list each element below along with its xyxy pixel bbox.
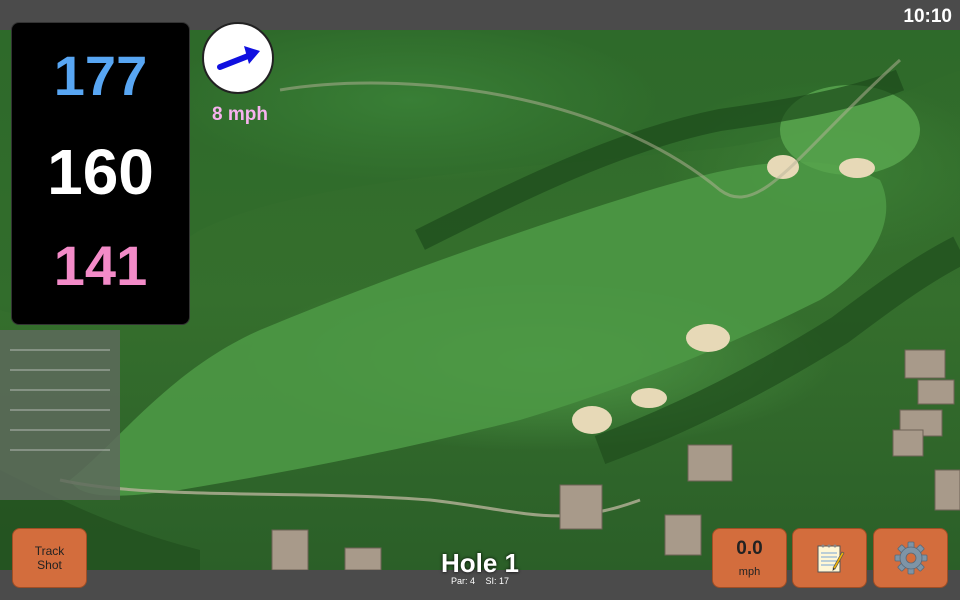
wind-speed-label: 8 mph: [212, 104, 268, 125]
hole-info: Par: 4 SI: 17: [380, 576, 580, 586]
hole-title: Hole 1: [440, 548, 520, 578]
back-yardage: 177: [53, 44, 148, 107]
gear-icon: [894, 541, 927, 575]
hole-si: SI: 17: [485, 576, 510, 586]
middle-yardage: 160: [47, 136, 154, 208]
track-shot-label-line2: Shot: [37, 558, 62, 572]
wind-indicator: [202, 22, 274, 94]
track-shot-button[interactable]: Track Shot: [12, 528, 87, 588]
hole-par: Par: 4: [450, 576, 475, 586]
speed-button[interactable]: 0.0 mph: [712, 528, 787, 588]
yardage-panel: 177 160 141: [11, 22, 190, 325]
arrow-icon: [217, 46, 260, 70]
notepad-icon: [817, 544, 844, 573]
notes-button[interactable]: [792, 528, 867, 588]
speed-unit: mph: [738, 566, 761, 578]
settings-button[interactable]: [873, 528, 948, 588]
clock: 10:10: [903, 6, 952, 27]
front-yardage: 141: [53, 234, 148, 297]
track-shot-label-line1: Track: [34, 544, 65, 558]
speed-value: 0.0: [736, 538, 763, 559]
